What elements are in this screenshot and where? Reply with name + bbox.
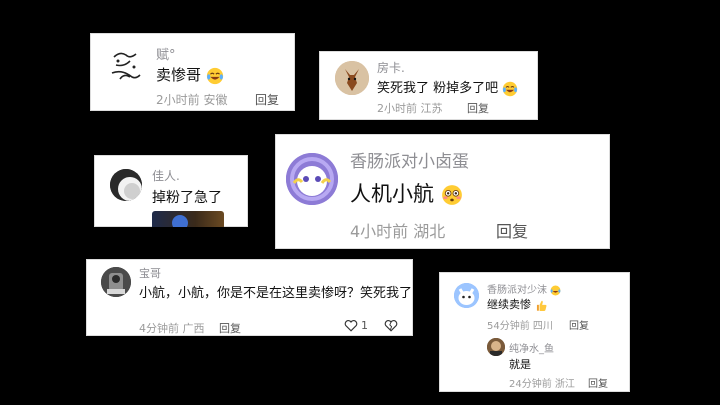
laugh-tears-emoji-icon bbox=[206, 67, 223, 84]
broken-heart-icon bbox=[384, 320, 398, 332]
reply-button[interactable]: 回复 bbox=[569, 317, 589, 332]
reply-button[interactable]: 回复 bbox=[496, 218, 528, 242]
avatar[interactable] bbox=[487, 338, 505, 356]
laugh-tears-emoji-icon bbox=[550, 285, 561, 295]
like-button[interactable]: 1 bbox=[344, 319, 368, 332]
reply-button[interactable]: 回复 bbox=[219, 320, 241, 336]
comment-text: 小航，小航，你是不是在这里卖惨呀？笑死我了 bbox=[139, 286, 413, 301]
avatar[interactable] bbox=[335, 61, 369, 95]
reply-button[interactable]: 回复 bbox=[588, 375, 608, 390]
avatar[interactable] bbox=[110, 169, 142, 201]
comment-card: 赋° 卖惨哥 2小时前 安徽 回复 bbox=[90, 33, 295, 111]
flushed-emoji-icon bbox=[441, 185, 462, 205]
attached-image[interactable] bbox=[152, 211, 224, 227]
comment-card: 佳人. 掉粉了急了 bbox=[94, 155, 248, 227]
username[interactable]: 房卡. bbox=[377, 59, 405, 76]
comment-card: 香肠派对小卤蛋 人机小航 4小时前 湖北 回复 bbox=[275, 134, 610, 249]
comment-text: 就是 bbox=[509, 358, 531, 371]
comment-text: 笑死我了 粉掉多了吧 bbox=[377, 77, 518, 97]
avatar[interactable] bbox=[454, 283, 479, 308]
thumbs-up-emoji-icon bbox=[536, 300, 546, 311]
avatar[interactable] bbox=[101, 267, 131, 297]
username[interactable]: 纯净水_鱼 bbox=[509, 340, 554, 355]
comment-meta: 4小时前 湖北 bbox=[350, 222, 446, 241]
dislike-button[interactable] bbox=[384, 319, 398, 332]
comment-meta: 54分钟前 四川 bbox=[487, 321, 553, 332]
username[interactable]: 佳人. bbox=[152, 167, 180, 184]
comment-card: 香肠派对少沫 继续卖惨 54分钟前 四川 回复 纯净水_鱼 就是 24分钟前 浙… bbox=[439, 272, 630, 392]
comment-text: 人机小航 bbox=[350, 178, 463, 208]
reply-button[interactable]: 回复 bbox=[467, 100, 489, 116]
username[interactable]: 赋° bbox=[156, 44, 176, 63]
like-count: 1 bbox=[361, 319, 368, 332]
comment-text: 掉粉了急了 bbox=[152, 190, 222, 206]
username[interactable]: 香肠派对小卤蛋 bbox=[350, 147, 469, 172]
avatar[interactable] bbox=[106, 45, 146, 85]
image-shape bbox=[172, 215, 188, 227]
comment-meta: 2小时前 江苏 bbox=[377, 102, 443, 115]
comment-text: 继续卖惨 bbox=[487, 296, 548, 312]
avatar[interactable] bbox=[286, 153, 338, 205]
comment-meta: 24分钟前 浙江 bbox=[509, 379, 575, 390]
heart-icon bbox=[344, 320, 358, 332]
username[interactable]: 香肠派对少沫 bbox=[487, 281, 561, 296]
comment-card: 宝哥 小航，小航，你是不是在这里卖惨呀？笑死我了 4分钟前 广西 回复 1 bbox=[86, 259, 413, 336]
comment-card: 房卡. 笑死我了 粉掉多了吧 2小时前 江苏 回复 bbox=[319, 51, 538, 120]
comment-meta: 4分钟前 广西 bbox=[139, 322, 205, 335]
username[interactable]: 宝哥 bbox=[139, 265, 161, 281]
laugh-tears-emoji-icon bbox=[503, 81, 518, 96]
reply-button[interactable]: 回复 bbox=[255, 91, 279, 108]
comment-meta: 2小时前 安徽 bbox=[156, 93, 228, 107]
comment-text: 卖惨哥 bbox=[156, 64, 224, 85]
